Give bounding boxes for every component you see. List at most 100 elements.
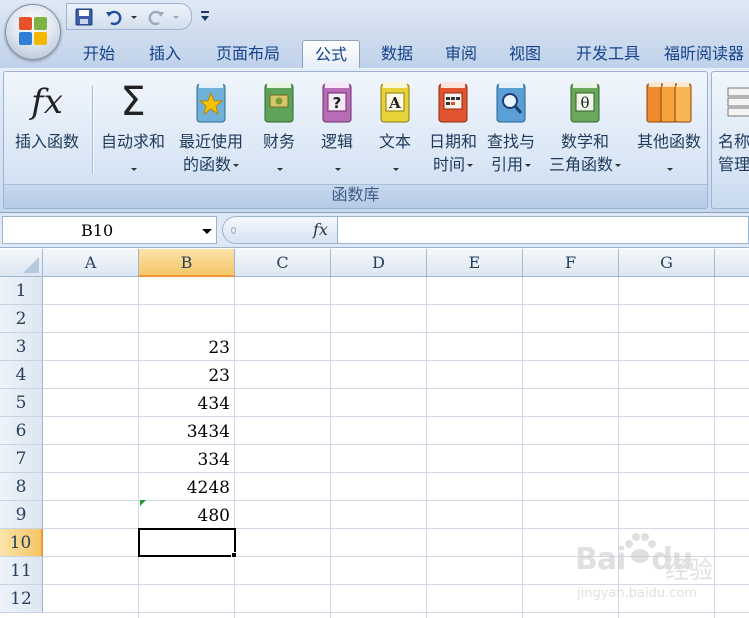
logical-dropdown-arrow[interactable] xyxy=(335,168,341,171)
column-header-g[interactable]: G xyxy=(619,249,715,277)
function-library-group-label: 函数库 xyxy=(331,185,380,204)
more-functions-label: 其他函数 xyxy=(636,132,701,151)
autosum-button[interactable]: Σ 自动求和 xyxy=(94,72,172,184)
lookup-reference-button[interactable]: 查找与 引用 xyxy=(482,72,540,184)
worksheet-grid[interactable]: A B C D E F G 1 2 3 4 5 6 7 8 9 10 11 12… xyxy=(0,249,749,618)
text-button[interactable]: A 文本 xyxy=(366,72,424,184)
logical-button[interactable]: ? 逻辑 xyxy=(308,72,366,184)
row-header-12[interactable]: 12 xyxy=(0,585,43,613)
splitter-handle-icon[interactable] xyxy=(231,227,236,234)
text-label: 文本 xyxy=(378,132,411,151)
tab-page-layout[interactable]: 页面布局 xyxy=(204,40,292,68)
tab-review[interactable]: 审阅 xyxy=(432,40,490,68)
cell-b9[interactable]: 480 xyxy=(139,501,230,529)
autosum-dropdown-arrow[interactable] xyxy=(131,168,137,171)
row-header-2[interactable]: 2 xyxy=(0,305,43,333)
save-icon xyxy=(75,8,93,26)
date-time-button[interactable]: 日期和 时间 xyxy=(424,72,482,184)
cell-b6[interactable]: 3434 xyxy=(139,417,230,445)
tab-data[interactable]: 数据 xyxy=(368,40,426,68)
date-time-dropdown-arrow[interactable] xyxy=(467,164,473,167)
cell-b3[interactable]: 23 xyxy=(139,333,230,361)
lookup-reference-label-1: 查找与 xyxy=(486,132,535,151)
cell-b5[interactable]: 434 xyxy=(139,389,230,417)
customize-qat-button[interactable] xyxy=(200,9,210,23)
tab-home[interactable]: 开始 xyxy=(70,40,128,68)
ribbon-panel: fx 插入函数 Σ 自动求和 最近使用 的函数 财务 ? 逻辑 A 文本 日期和… xyxy=(0,68,749,213)
text-dropdown-arrow[interactable] xyxy=(393,168,399,171)
watermark: Bai du 经验 jingyan.baidu.com xyxy=(575,530,745,618)
math-trig-dropdown-arrow[interactable] xyxy=(615,164,621,167)
row-header-11[interactable]: 11 xyxy=(0,557,43,585)
lookup-reference-label-2: 引用 xyxy=(490,155,523,174)
lookup-reference-dropdown-arrow[interactable] xyxy=(525,164,531,167)
grid-line xyxy=(522,277,523,618)
column-header-b[interactable]: B xyxy=(139,249,235,277)
tab-foxit-reader[interactable]: 福昕阅读器 xyxy=(664,40,749,68)
calendar-book-icon xyxy=(438,82,468,123)
column-header-c[interactable]: C xyxy=(235,249,331,277)
name-box-value: B10 xyxy=(81,221,114,240)
financial-button[interactable]: 财务 xyxy=(250,72,308,184)
more-functions-dropdown-arrow[interactable] xyxy=(667,168,673,171)
grid-line xyxy=(43,304,749,305)
row-header-10[interactable]: 10 xyxy=(0,529,43,557)
undo-dropdown-arrow[interactable] xyxy=(131,16,137,19)
math-trig-label-2: 三角函数 xyxy=(548,155,613,174)
recently-used-button[interactable]: 最近使用 的函数 xyxy=(172,72,250,184)
formula-input[interactable] xyxy=(338,216,749,244)
row-header-5[interactable]: 5 xyxy=(0,389,43,417)
column-header-a[interactable]: A xyxy=(43,249,139,277)
row-header-3[interactable]: 3 xyxy=(0,333,43,361)
row-header-8[interactable]: 8 xyxy=(0,473,43,501)
column-header-d[interactable]: D xyxy=(331,249,427,277)
fx-icon: fx xyxy=(31,82,63,122)
math-trig-button[interactable]: θ 数学和 三角函数 xyxy=(540,72,630,184)
undo-button[interactable] xyxy=(103,7,125,27)
redo-button[interactable] xyxy=(145,7,167,27)
row-header-7[interactable]: 7 xyxy=(0,445,43,473)
cell-b4[interactable]: 23 xyxy=(139,361,230,389)
row-header-6[interactable]: 6 xyxy=(0,417,43,445)
name-tags-icon xyxy=(727,87,749,117)
insert-function-fx-button[interactable]: fx xyxy=(313,220,328,239)
name-manager-button[interactable]: 名称 管理 xyxy=(712,72,749,184)
recently-used-dropdown-arrow[interactable] xyxy=(233,164,239,167)
row-header-9[interactable]: 9 xyxy=(0,501,43,529)
redo-icon xyxy=(148,10,164,26)
recently-used-label-2: 的函数 xyxy=(182,155,231,174)
tab-formulas[interactable]: 公式 xyxy=(302,40,360,68)
error-indicator-icon[interactable] xyxy=(140,500,146,506)
active-cell-b10[interactable] xyxy=(138,528,236,557)
tab-insert[interactable]: 插入 xyxy=(136,40,194,68)
tab-developer[interactable]: 开发工具 xyxy=(562,40,654,68)
fill-handle[interactable] xyxy=(231,552,237,558)
financial-dropdown-arrow[interactable] xyxy=(277,168,283,171)
text-book-icon: A xyxy=(380,82,410,123)
watermark-cn-text: 经验 xyxy=(665,556,713,584)
save-button[interactable] xyxy=(73,7,95,27)
row-header-1[interactable]: 1 xyxy=(0,277,43,305)
money-book-icon xyxy=(264,82,294,123)
undo-icon xyxy=(106,10,122,26)
column-header-f[interactable]: F xyxy=(523,249,619,277)
cell-b8[interactable]: 4248 xyxy=(139,473,230,501)
column-header-e[interactable]: E xyxy=(427,249,523,277)
office-button[interactable] xyxy=(5,4,61,60)
name-box[interactable]: B10 xyxy=(2,216,217,244)
tab-view[interactable]: 视图 xyxy=(496,40,554,68)
svg-text:?: ? xyxy=(333,94,342,112)
grid-line xyxy=(330,277,331,618)
insert-function-button[interactable]: fx 插入函数 xyxy=(6,72,88,184)
office-logo-icon xyxy=(19,17,49,47)
more-functions-button[interactable]: 其他函数 xyxy=(630,72,708,184)
name-manager-label-2: 管理 xyxy=(718,155,749,174)
books-icon xyxy=(646,82,692,123)
cell-b7[interactable]: 334 xyxy=(139,445,230,473)
name-box-dropdown-arrow[interactable] xyxy=(202,229,212,234)
row-header-4[interactable]: 4 xyxy=(0,361,43,389)
redo-dropdown-arrow[interactable] xyxy=(173,16,179,19)
column-header-h-partial[interactable] xyxy=(715,249,749,277)
select-all-corner[interactable] xyxy=(0,249,43,277)
paw-icon xyxy=(625,533,656,563)
